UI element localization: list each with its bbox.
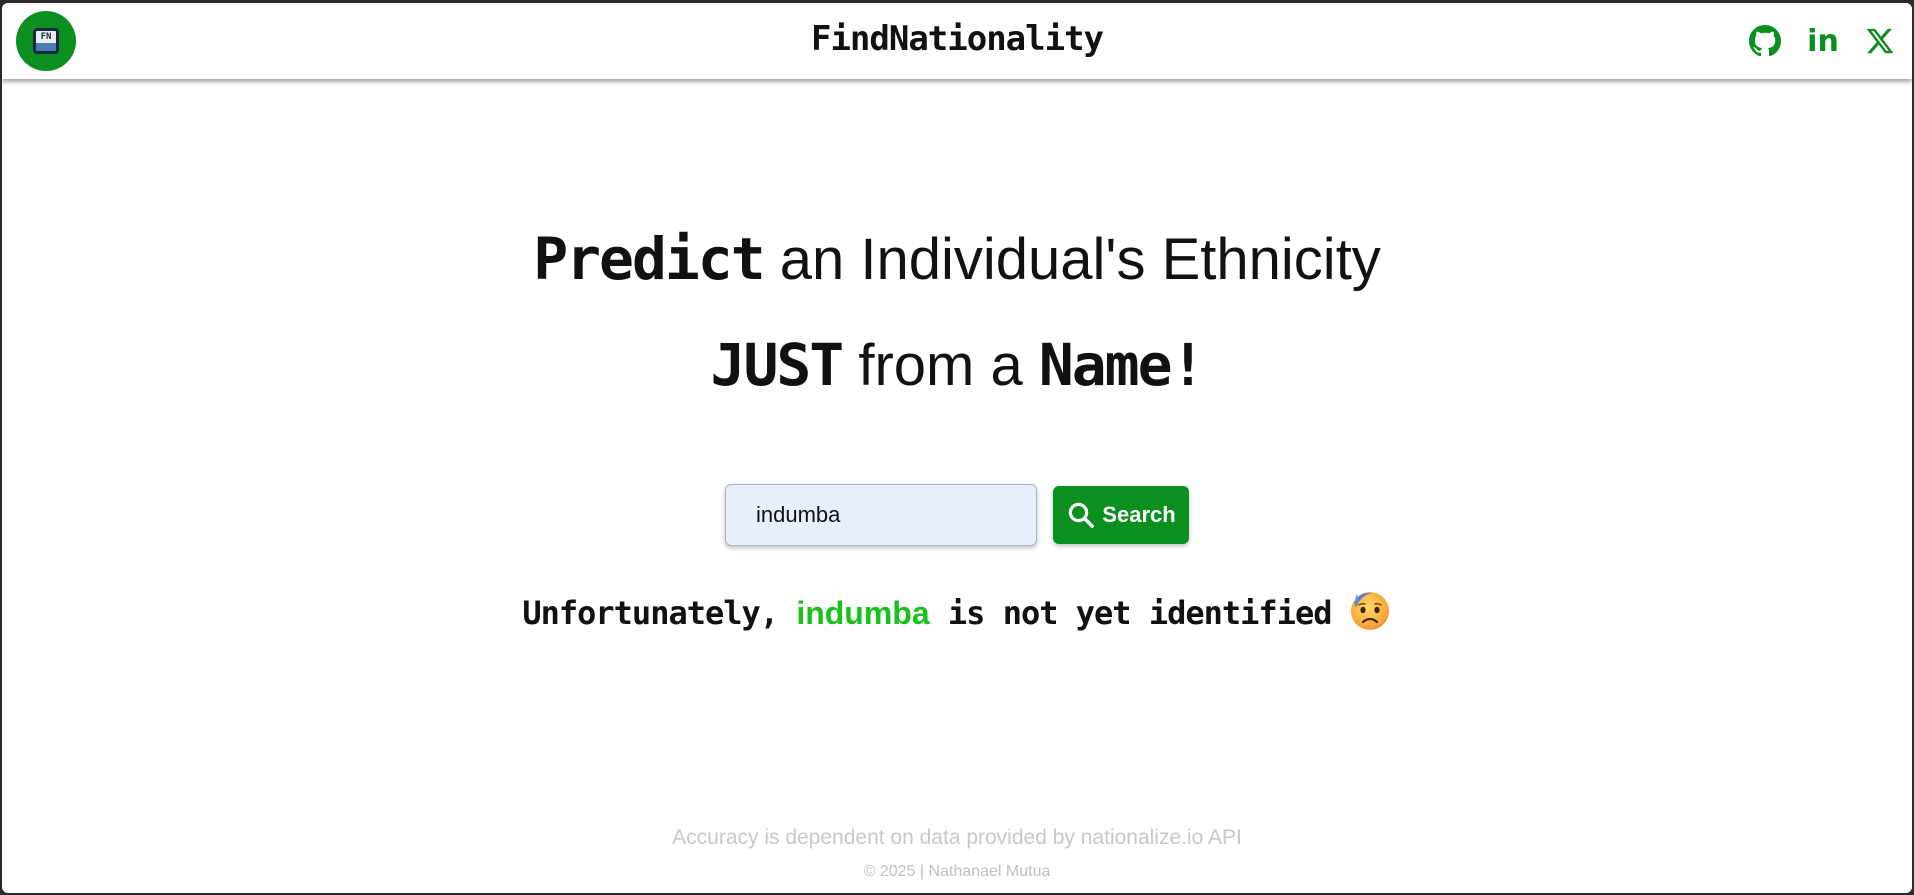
footer-copyright: © 2025 | Nathanael Mutua (863, 863, 1051, 880)
top-navbar: FN FindNationality in (2, 3, 1912, 79)
hero-just-word: JUST (710, 331, 845, 399)
github-icon (1749, 25, 1781, 57)
x-icon (1866, 28, 1894, 54)
result-suffix: is not yet identified (929, 594, 1333, 632)
app-title: FindNationality (810, 19, 1104, 59)
result-prefix: Unfortunately, (522, 594, 797, 632)
name-search-input[interactable] (725, 484, 1037, 546)
hero-line-2-mid: from a (842, 333, 1039, 398)
hero-name-word: Name! (1038, 331, 1206, 399)
search-button[interactable]: Search (1053, 486, 1189, 544)
linkedin-link[interactable]: in (1805, 23, 1841, 59)
app-window: FN FindNationality in Predict an Individ… (2, 3, 1912, 893)
footer-accuracy-note: Accuracy is dependent on data provided b… (672, 826, 1242, 849)
linkedin-icon: in (1807, 23, 1839, 59)
hero-line-2: JUST from a Name! (2, 331, 1912, 399)
hero-line-1: Predict an Individual's Ethnicity (2, 225, 1912, 293)
result-name: indumba (796, 595, 930, 631)
github-link[interactable] (1747, 23, 1783, 59)
search-icon (1069, 502, 1095, 528)
search-button-label: Search (1102, 502, 1176, 527)
sweat-worried-face-icon (1350, 592, 1389, 630)
hero-line-1-rest: an Individual's Ethnicity (763, 227, 1381, 292)
result-message: Unfortunately, indumba is not yet identi… (2, 588, 1912, 632)
x-twitter-link[interactable] (1862, 23, 1898, 59)
hero-predict-word: Predict (533, 225, 765, 293)
